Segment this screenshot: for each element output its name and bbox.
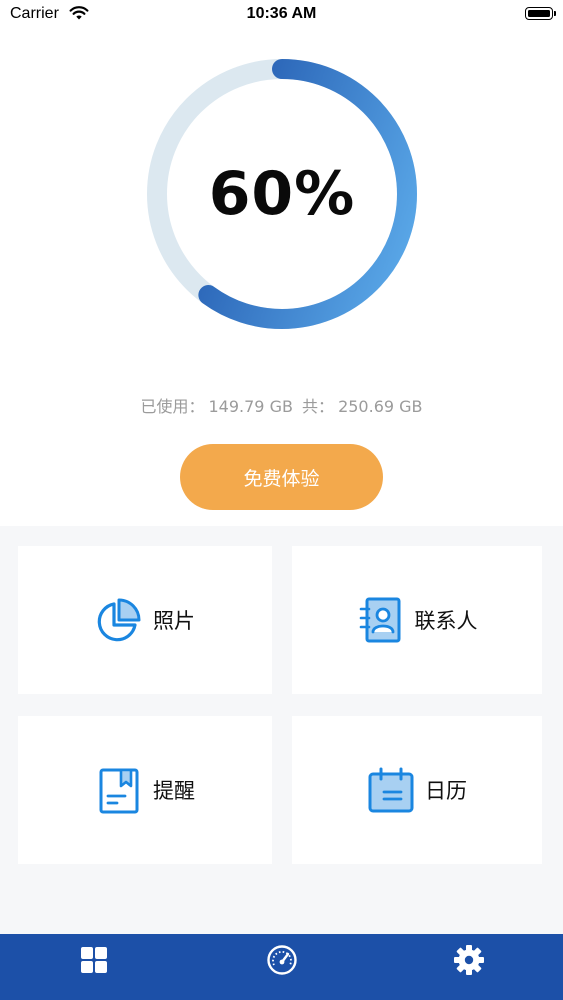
category-grid: 照片 联系人 提醒 日历	[0, 526, 563, 934]
grid-icon	[80, 946, 108, 978]
category-contacts[interactable]: 联系人	[292, 546, 542, 694]
status-bar: Carrier 10:36 AM	[0, 0, 563, 30]
tab-settings[interactable]	[429, 934, 509, 990]
used-value: 149.79 GB	[208, 397, 293, 416]
speedometer-icon	[266, 944, 298, 980]
category-label: 照片	[153, 609, 195, 633]
category-photos[interactable]: 照片	[18, 546, 272, 694]
tab-speed[interactable]	[242, 934, 322, 990]
tab-bar	[0, 934, 563, 1000]
total-label: 共：	[302, 397, 335, 416]
reminder-book-icon	[95, 766, 143, 814]
category-label: 联系人	[414, 609, 478, 633]
gear-icon	[453, 944, 485, 980]
free-trial-button[interactable]: 免费体验	[180, 444, 383, 510]
calendar-icon	[367, 766, 415, 814]
clock: 10:36 AM	[246, 5, 317, 22]
category-label: 提醒	[153, 779, 195, 803]
contact-book-icon	[357, 596, 405, 644]
storage-usage-text: 已使用： 149.79 GB 共： 250.69 GB	[0, 393, 563, 417]
total-value: 250.69 GB	[338, 397, 423, 416]
category-calendar[interactable]: 日历	[292, 716, 542, 864]
battery-icon	[525, 7, 556, 20]
category-label: 日历	[425, 779, 467, 803]
pie-chart-icon	[95, 596, 143, 644]
category-reminders[interactable]: 提醒	[18, 716, 272, 864]
storage-ring: 60%	[146, 58, 418, 330]
used-label: 已使用：	[140, 397, 205, 416]
usage-percent: 60%	[208, 159, 356, 229]
tab-home[interactable]	[54, 934, 134, 990]
